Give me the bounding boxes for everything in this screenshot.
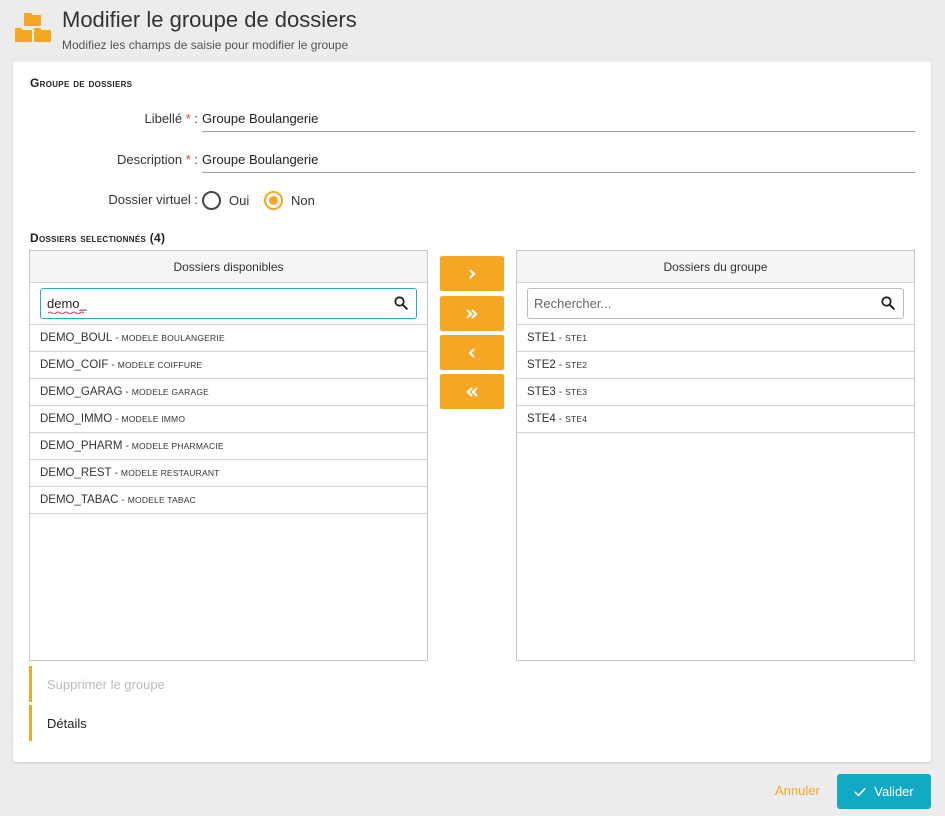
list-item[interactable]: DEMO_IMMO - Modele Immo (30, 406, 427, 433)
available-search-box (40, 288, 417, 319)
libelle-label: Libellé * : (144, 111, 198, 126)
double-chevron-right-icon (466, 308, 478, 319)
page-subtitle: Modifiez les champs de saisie pour modif… (62, 38, 349, 52)
list-item[interactable]: STE3- Ste3 (517, 379, 914, 406)
description-label: Description * : (117, 152, 198, 167)
check-icon (854, 787, 866, 797)
list-item[interactable]: DEMO_REST - Modele Restaurant (30, 460, 427, 487)
move-all-left-button[interactable] (440, 374, 504, 409)
available-folders-header: Dossiers disponibles (30, 251, 427, 283)
cancel-button[interactable]: Annuler (775, 783, 820, 798)
page-header: Modifier le groupe de dossiers Modifiez … (0, 0, 945, 62)
search-icon[interactable] (881, 296, 895, 310)
group-search-box (527, 288, 904, 319)
double-chevron-left-icon (466, 386, 478, 397)
available-folders-panel: Dossiers disponibles DEMO_BOUL-Modele Bo… (29, 250, 428, 661)
radio-non-label[interactable]: Non (291, 193, 315, 208)
radio-oui[interactable] (202, 191, 221, 210)
group-section-title: Groupe de dossiers (30, 76, 133, 90)
list-item[interactable]: STE2- Ste2 (517, 352, 914, 379)
description-underline (202, 172, 915, 173)
search-icon[interactable] (394, 296, 408, 310)
list-item[interactable]: DEMO_BOUL - Modele Boulangerie (30, 325, 427, 352)
libelle-field[interactable]: Groupe Boulangerie (202, 111, 318, 126)
chevron-left-icon (468, 347, 475, 358)
validate-label: Valider (874, 784, 914, 799)
list-item[interactable]: DEMO_GARAG - Modele Garage (30, 379, 427, 406)
list-item[interactable]: DEMO_COIF - Modele Coiffure (30, 352, 427, 379)
libelle-underline (202, 131, 915, 132)
tab-details[interactable]: Détails (29, 705, 329, 741)
list-item[interactable]: STE4- Ste4 (517, 406, 914, 433)
available-folders-list: DEMO_BOUL - Modele Boulangerie DEMO_COIF - M… (30, 325, 427, 514)
validate-button[interactable]: Valider (837, 774, 931, 809)
available-search-input[interactable] (47, 289, 377, 318)
group-folders-header: Dossiers du groupe (517, 251, 914, 283)
page-title: Modifier le groupe de dossiers (62, 7, 357, 32)
move-all-right-button[interactable] (440, 296, 504, 331)
radio-oui-label[interactable]: Oui (229, 193, 249, 208)
radio-non[interactable] (264, 191, 283, 210)
move-left-button[interactable] (440, 335, 504, 370)
group-folders-list: STE1- Ste1 STE2- Ste2 STE3- Ste3 STE4- Ste4 (517, 325, 914, 433)
group-search-input[interactable] (534, 289, 864, 318)
group-search-wrap (517, 283, 914, 325)
group-folders-panel: Dossiers du groupe STE1-Ste1 STE2-Ste2 S… (516, 250, 915, 661)
virtual-folder-label: Dossier virtuel : (108, 192, 198, 207)
selection-section-title: Dossiers selectionnés (4) (30, 231, 166, 245)
spellcheck-underline (48, 311, 85, 314)
list-item[interactable]: DEMO_PHARM - Modele Pharmacie (30, 433, 427, 460)
edit-group-card: Groupe de dossiers Libellé * : Groupe Bo… (13, 62, 931, 762)
available-search-wrap (30, 283, 427, 325)
list-item[interactable]: DEMO_TABAC - Modele Tabac (30, 487, 427, 514)
move-right-button[interactable] (440, 256, 504, 291)
list-item[interactable]: STE1- Ste1 (517, 325, 914, 352)
description-field[interactable]: Groupe Boulangerie (202, 152, 318, 167)
tab-delete-group[interactable]: Supprimer le groupe (29, 666, 329, 702)
folders-icon (15, 13, 51, 42)
chevron-right-icon (469, 268, 476, 279)
